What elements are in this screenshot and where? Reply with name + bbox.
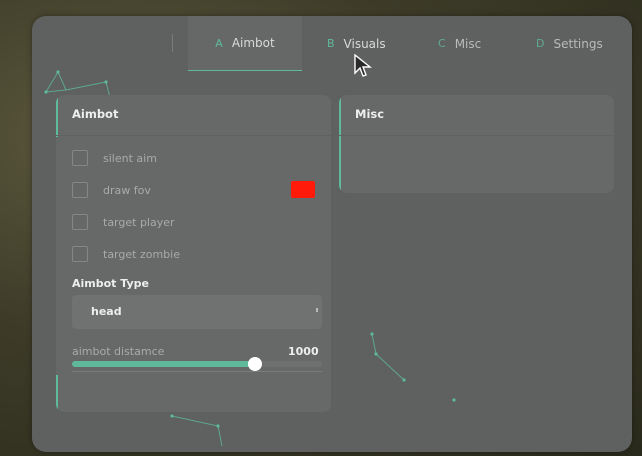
tab-label: Visuals bbox=[343, 36, 386, 51]
cheat-menu-window: A Aimbot B Visuals C Misc D Settings Aim… bbox=[32, 16, 632, 452]
select-value: head bbox=[91, 305, 122, 318]
option-label: target player bbox=[103, 215, 175, 229]
fov-color-picker[interactable] bbox=[291, 181, 315, 198]
distance-slider[interactable] bbox=[72, 357, 322, 371]
aimbot-type-label: Aimbot Type bbox=[72, 277, 149, 290]
tab-label: Settings bbox=[553, 36, 603, 51]
aimbot-type-select[interactable]: head bbox=[72, 295, 322, 329]
option-target-zombie[interactable]: target zombie bbox=[72, 245, 180, 263]
arrow-cursor-icon bbox=[354, 54, 372, 77]
option-label: silent aim bbox=[103, 151, 157, 165]
panel-header-divider bbox=[339, 135, 614, 136]
option-label: draw fov bbox=[103, 183, 151, 197]
tab-aimbot[interactable]: A Aimbot bbox=[188, 16, 302, 71]
panel-header-divider bbox=[56, 135, 331, 136]
dropdown-caret-icon bbox=[316, 308, 318, 312]
tab-letter: B bbox=[327, 37, 335, 50]
option-label: target zombie bbox=[103, 247, 180, 261]
distance-value: 1000 bbox=[288, 345, 319, 358]
tab-misc[interactable]: C Misc bbox=[438, 16, 481, 71]
checkbox[interactable] bbox=[72, 214, 88, 230]
slider-thumb[interactable] bbox=[247, 357, 262, 371]
slider-fill bbox=[72, 361, 255, 367]
tab-label: Misc bbox=[454, 36, 482, 51]
slider-baseline bbox=[72, 371, 322, 372]
panel-accent-bar bbox=[56, 375, 58, 411]
tab-letter: D bbox=[536, 37, 545, 50]
checkbox[interactable] bbox=[72, 182, 88, 198]
distance-label: aimbot distamce bbox=[72, 345, 165, 358]
panel-title: Misc bbox=[355, 107, 385, 121]
option-draw-fov[interactable]: draw fov bbox=[72, 181, 151, 199]
misc-panel: Misc bbox=[339, 95, 614, 193]
option-target-player[interactable]: target player bbox=[72, 213, 175, 231]
panel-accent-bar bbox=[339, 95, 341, 193]
tab-letter: C bbox=[438, 37, 446, 50]
tab-divider bbox=[172, 34, 173, 52]
panel-title: Aimbot bbox=[72, 107, 119, 121]
aimbot-panel: Aimbot silent aim draw fov target player… bbox=[56, 95, 331, 412]
tab-settings[interactable]: D Settings bbox=[536, 16, 603, 71]
option-silent-aim[interactable]: silent aim bbox=[72, 149, 157, 167]
checkbox[interactable] bbox=[72, 246, 88, 262]
checkbox[interactable] bbox=[72, 150, 88, 166]
panel-accent-bar bbox=[56, 95, 58, 137]
tab-letter: A bbox=[215, 36, 223, 50]
tab-bar: A Aimbot B Visuals C Misc D Settings bbox=[32, 16, 632, 71]
tab-label: Aimbot bbox=[231, 36, 275, 50]
